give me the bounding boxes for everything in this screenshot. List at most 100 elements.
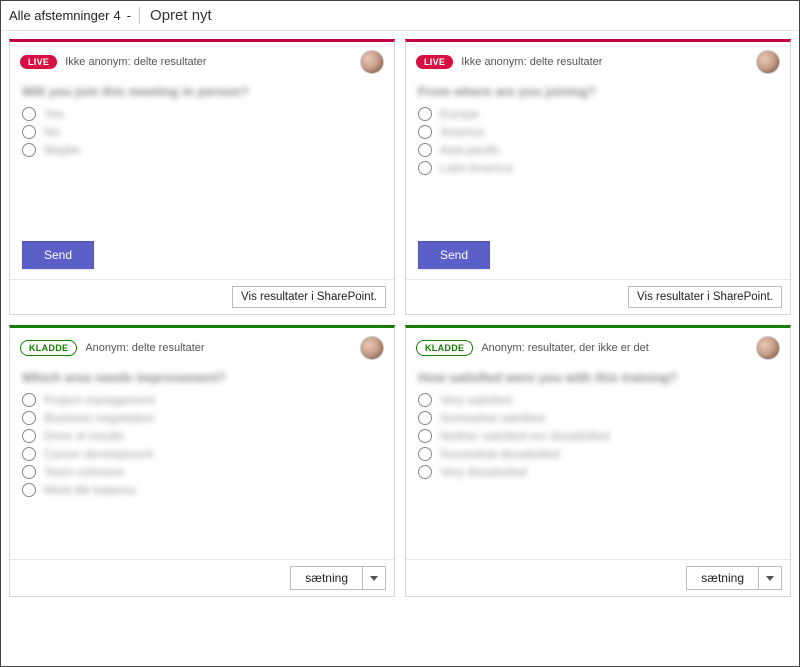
poll-question: Will you join this meeting in person?: [22, 84, 382, 99]
card-footer: sætning: [10, 559, 394, 596]
radio-icon: [418, 143, 432, 157]
radio-icon: [22, 125, 36, 139]
option-label: Latin America: [440, 161, 513, 175]
poll-option[interactable]: Latin America: [418, 161, 778, 175]
avatar[interactable]: [756, 336, 780, 360]
anonymity-text: Anonym: resultater, der ikke er det: [481, 342, 649, 354]
option-label: Team cohesion: [44, 465, 125, 479]
card-header: KLADDE Anonym: resultater, der ikke er d…: [406, 328, 790, 364]
radio-icon: [418, 125, 432, 139]
view-sharepoint-button[interactable]: Vis resultater i SharePoint.: [232, 286, 386, 308]
poll-option[interactable]: Neither satisfied nor dissatisfied: [418, 429, 778, 443]
radio-icon: [22, 465, 36, 479]
option-label: Yes: [44, 107, 64, 121]
poll-option[interactable]: Business negotiation: [22, 411, 382, 425]
poll-question: From where are you joining?: [418, 84, 778, 99]
radio-icon: [418, 411, 432, 425]
card-header: KLADDE Anonym: delte resultater: [10, 328, 394, 364]
option-label: Somewhat dissatisfied: [440, 447, 559, 461]
radio-icon: [22, 393, 36, 407]
poll-option[interactable]: Asia pacific: [418, 143, 778, 157]
radio-icon: [418, 161, 432, 175]
create-new-link[interactable]: Opret nyt: [139, 7, 212, 24]
poll-option[interactable]: Work life balance: [22, 483, 382, 497]
option-label: Very dissatisfied: [440, 465, 527, 479]
poll-option[interactable]: Europe: [418, 107, 778, 121]
view-sharepoint-button[interactable]: Vis resultater i SharePoint.: [628, 286, 782, 308]
poll-option[interactable]: Very satisfied: [418, 393, 778, 407]
poll-option[interactable]: Career development: [22, 447, 382, 461]
radio-icon: [22, 107, 36, 121]
status-badge: KLADDE: [20, 340, 77, 356]
card-footer: sætning: [406, 559, 790, 596]
radio-icon: [418, 107, 432, 121]
radio-icon: [22, 429, 36, 443]
chevron-down-icon: [758, 567, 781, 589]
title-prefix: Alle afstemninger: [9, 8, 109, 23]
radio-icon: [418, 465, 432, 479]
option-label: Work life balance: [44, 483, 136, 497]
option-label: Maybe: [44, 143, 80, 157]
anonymity-text: Ikke anonym: delte resultater: [461, 56, 602, 68]
status-badge: LIVE: [20, 55, 57, 69]
poll-option[interactable]: Project management: [22, 393, 382, 407]
poll-card: KLADDE Anonym: resultater, der ikke er d…: [405, 325, 791, 597]
card-body: How satisfied were you with this trainin…: [406, 364, 790, 559]
option-label: Asia pacific: [440, 143, 501, 157]
card-footer: Vis resultater i SharePoint.: [406, 279, 790, 314]
status-badge: KLADDE: [416, 340, 473, 356]
poll-option[interactable]: Maybe: [22, 143, 382, 157]
option-label: Career development: [44, 447, 153, 461]
poll-count: 4: [113, 8, 120, 23]
avatar[interactable]: [360, 336, 384, 360]
option-label: Drive of results: [44, 429, 124, 443]
send-button[interactable]: Send: [418, 241, 490, 269]
poll-card: LIVE Ikke anonym: delte resultater Will …: [9, 39, 395, 315]
poll-option[interactable]: Somewhat dissatisfied: [418, 447, 778, 461]
radio-icon: [22, 447, 36, 461]
sentence-dropdown[interactable]: sætning: [290, 566, 386, 590]
poll-question: How satisfied were you with this trainin…: [418, 370, 778, 385]
card-body: From where are you joining? Europe Ameri…: [406, 78, 790, 233]
poll-option[interactable]: America: [418, 125, 778, 139]
radio-icon: [418, 447, 432, 461]
anonymity-text: Ikke anonym: delte resultater: [65, 56, 206, 68]
poll-option[interactable]: Yes: [22, 107, 382, 121]
radio-icon: [22, 483, 36, 497]
option-label: Somewhat satisfied: [440, 411, 544, 425]
poll-card: LIVE Ikke anonym: delte resultater From …: [405, 39, 791, 315]
header-separator: -: [127, 8, 131, 23]
card-header: LIVE Ikke anonym: delte resultater: [10, 42, 394, 78]
option-label: Project management: [44, 393, 155, 407]
poll-option[interactable]: Somewhat satisfied: [418, 411, 778, 425]
card-body: Will you join this meeting in person? Ye…: [10, 78, 394, 233]
card-footer: Vis resultater i SharePoint.: [10, 279, 394, 314]
option-label: No: [44, 125, 59, 139]
cards-grid: LIVE Ikke anonym: delte resultater Will …: [1, 31, 799, 605]
status-badge: LIVE: [416, 55, 453, 69]
anonymity-text: Anonym: delte resultater: [85, 342, 204, 354]
sentence-dropdown[interactable]: sætning: [686, 566, 782, 590]
dropdown-label: sætning: [291, 567, 362, 589]
avatar[interactable]: [756, 50, 780, 74]
radio-icon: [418, 393, 432, 407]
option-label: Business negotiation: [44, 411, 155, 425]
option-label: Europe: [440, 107, 479, 121]
radio-icon: [418, 429, 432, 443]
poll-option[interactable]: Very dissatisfied: [418, 465, 778, 479]
poll-option[interactable]: No: [22, 125, 382, 139]
option-label: America: [440, 125, 484, 139]
send-button[interactable]: Send: [22, 241, 94, 269]
card-body: Which area needs improvement? Project ma…: [10, 364, 394, 559]
page-header: Alle afstemninger 4 - Opret nyt: [1, 1, 799, 31]
radio-icon: [22, 143, 36, 157]
option-label: Neither satisfied nor dissatisfied: [440, 429, 609, 443]
option-label: Very satisfied: [440, 393, 511, 407]
poll-option[interactable]: Team cohesion: [22, 465, 382, 479]
dropdown-label: sætning: [687, 567, 758, 589]
radio-icon: [22, 411, 36, 425]
card-header: LIVE Ikke anonym: delte resultater: [406, 42, 790, 78]
poll-card: KLADDE Anonym: delte resultater Which ar…: [9, 325, 395, 597]
avatar[interactable]: [360, 50, 384, 74]
poll-option[interactable]: Drive of results: [22, 429, 382, 443]
